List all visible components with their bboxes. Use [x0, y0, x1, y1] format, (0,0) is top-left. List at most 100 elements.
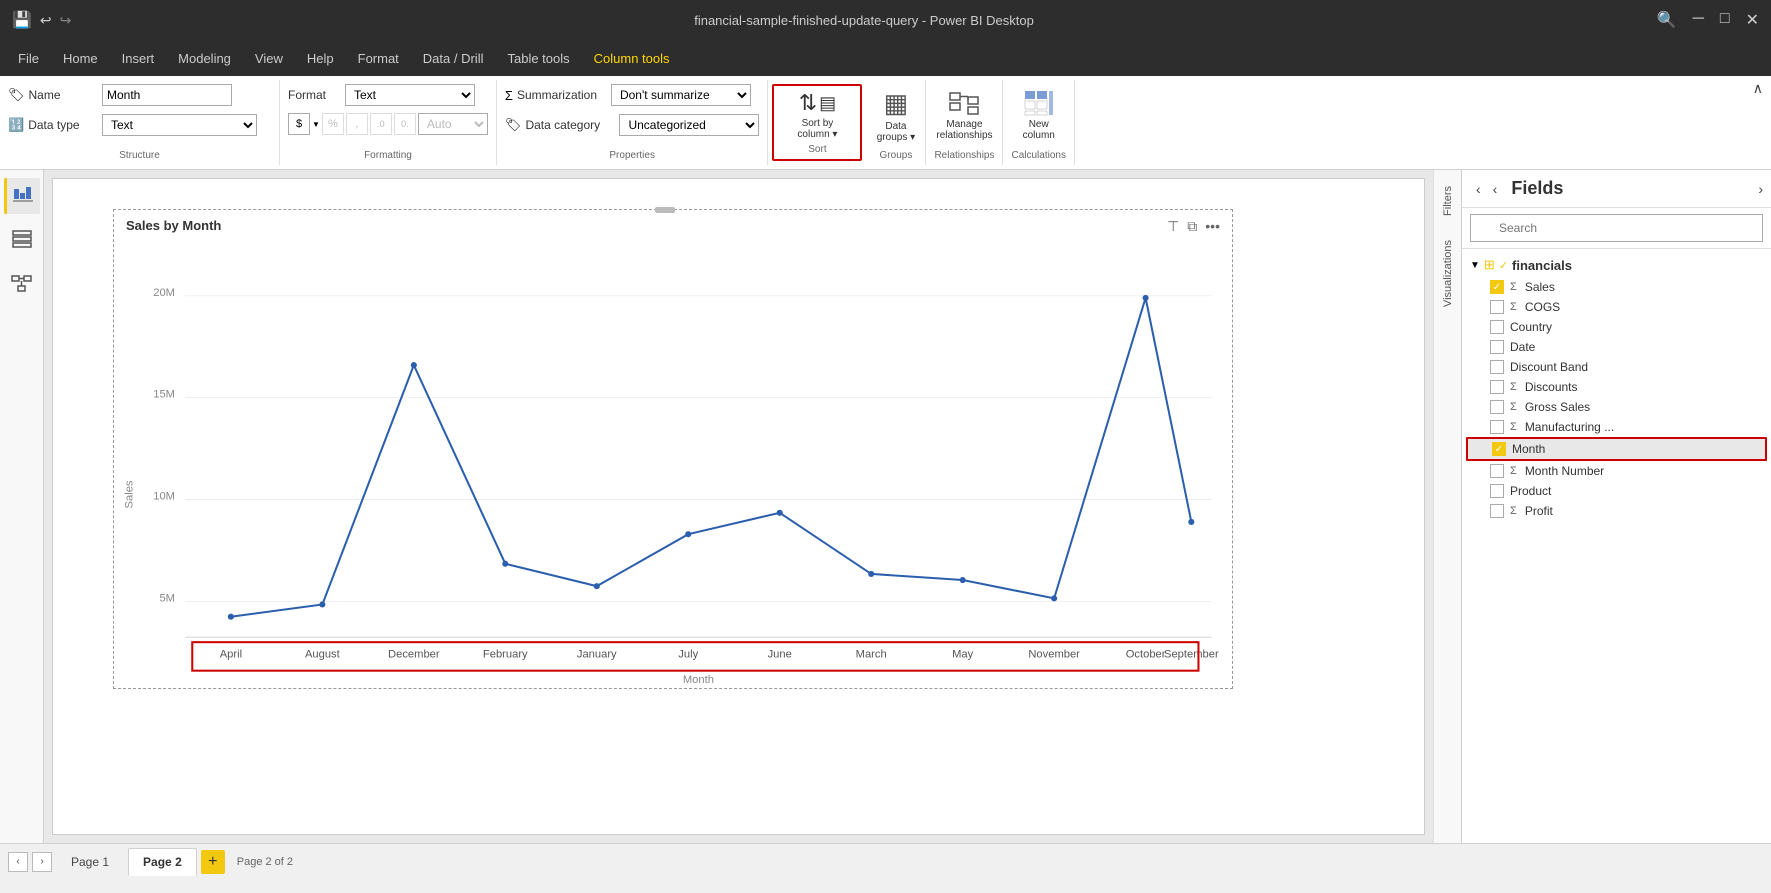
product-checkbox[interactable] [1490, 484, 1504, 498]
svg-text:10M: 10M [153, 491, 175, 503]
month-number-checkbox[interactable] [1490, 464, 1504, 478]
formatting-group-label: Formatting [288, 146, 488, 161]
report-canvas: ⊤ ⧉ ••• Sales by Month 20M 15M 10M 5M Sa… [52, 178, 1425, 835]
field-item-manufacturing[interactable]: Σ Manufacturing ... [1462, 417, 1771, 437]
visualizations-tab-label[interactable]: Visualizations [1442, 240, 1454, 307]
date-checkbox[interactable] [1490, 340, 1504, 354]
cogs-checkbox[interactable] [1490, 300, 1504, 314]
menu-format[interactable]: Format [348, 47, 409, 70]
page-info: Page 2 of 2 [237, 856, 293, 868]
summarization-row: Σ Summarization Don't summarize [505, 84, 751, 106]
month-checkbox[interactable]: ✓ [1492, 442, 1506, 456]
field-item-month[interactable]: ✓ Month [1466, 437, 1767, 461]
sidebar-report-icon[interactable] [4, 178, 40, 214]
dec-dec-button[interactable]: 0. [394, 113, 416, 135]
expand-icon[interactable]: ⧉ [1187, 218, 1197, 235]
auto-select[interactable]: Auto [418, 113, 488, 135]
page-tab-1[interactable]: Page 1 [56, 848, 124, 876]
field-item-discounts[interactable]: Σ Discounts [1462, 377, 1771, 397]
new-column-button[interactable]: Newcolumn [1023, 84, 1055, 146]
financials-group-header[interactable]: ▼ ⊞ ✓ financials [1462, 253, 1771, 277]
menu-file[interactable]: File [8, 47, 49, 70]
relationships-group-label: Relationships [934, 146, 994, 161]
discount-band-checkbox[interactable] [1490, 360, 1504, 374]
ribbon-collapse-button[interactable]: ∧ [1753, 80, 1763, 97]
sort-by-column-button[interactable]: ⇅ ▤ Sort bycolumn ▾ [797, 90, 837, 140]
profit-checkbox[interactable] [1490, 504, 1504, 518]
panel-expand-button[interactable]: › [1758, 181, 1763, 197]
field-item-product[interactable]: Product [1462, 481, 1771, 501]
data-groups-button[interactable]: ▦ Datagroups ▾ [877, 84, 915, 146]
data-groups-label: Datagroups ▾ [877, 121, 915, 143]
search-icon[interactable]: 🔍 [1657, 10, 1677, 30]
field-item-gross-sales[interactable]: Σ Gross Sales [1462, 397, 1771, 417]
maximize-button[interactable]: □ [1720, 10, 1730, 30]
search-wrapper: 🔍 [1470, 214, 1763, 242]
add-page-button[interactable]: + [201, 850, 225, 874]
save-icon[interactable]: 💾 [12, 10, 32, 30]
chart-svg-container: 20M 15M 10M 5M Sales [114, 250, 1232, 688]
svg-text:January: January [577, 648, 617, 660]
menu-modeling[interactable]: Modeling [168, 47, 241, 70]
dec-inc-button[interactable]: .0 [370, 113, 392, 135]
format-select[interactable]: Text [345, 84, 475, 106]
sales-name: Sales [1525, 280, 1555, 294]
minimize-button[interactable]: ─ [1693, 10, 1704, 30]
country-checkbox[interactable] [1490, 320, 1504, 334]
menu-insert[interactable]: Insert [112, 47, 165, 70]
chart-toolbar: ⊤ ⧉ ••• [1167, 218, 1220, 235]
sort-by-column-grid-icon: ▤ [819, 93, 836, 114]
field-item-profit[interactable]: Σ Profit [1462, 501, 1771, 521]
properties-group-label: Properties [505, 146, 760, 161]
chart-visual[interactable]: ⊤ ⧉ ••• Sales by Month 20M 15M 10M 5M Sa… [113, 209, 1233, 689]
sidebar-model-icon[interactable] [4, 266, 40, 302]
menu-data-drill[interactable]: Data / Drill [413, 47, 494, 70]
field-item-month-number[interactable]: Σ Month Number [1462, 461, 1771, 481]
svg-text:April: April [220, 648, 242, 660]
manufacturing-checkbox[interactable] [1490, 420, 1504, 434]
fields-search-input[interactable] [1470, 214, 1763, 242]
discounts-sigma: Σ [1510, 381, 1517, 393]
filters-tab-label[interactable]: Filters [1442, 186, 1454, 216]
sidebar-data-icon[interactable] [4, 222, 40, 258]
comma-button[interactable]: , [346, 113, 368, 135]
structure-controls: 🏷 Name 🔢 Data type Text [8, 84, 257, 146]
datacategory-select[interactable]: Uncategorized [619, 114, 759, 136]
percent-button[interactable]: % [322, 113, 344, 135]
sales-checkbox[interactable]: ✓ [1490, 280, 1504, 294]
menu-help[interactable]: Help [297, 47, 344, 70]
structure-group-label: Structure [8, 146, 271, 161]
redo-icon[interactable]: ↪ [60, 12, 72, 29]
summarization-select[interactable]: Don't summarize [611, 84, 751, 106]
more-options-icon[interactable]: ••• [1205, 218, 1220, 235]
page-tab-2[interactable]: Page 2 [128, 848, 197, 876]
page-next-button[interactable]: › [32, 852, 52, 872]
page-prev-button[interactable]: ‹ [8, 852, 28, 872]
menu-home[interactable]: Home [53, 47, 108, 70]
name-input[interactable] [102, 84, 232, 106]
discounts-checkbox[interactable] [1490, 380, 1504, 394]
filter-icon[interactable]: ⊤ [1167, 218, 1179, 235]
field-item-country[interactable]: Country [1462, 317, 1771, 337]
dollar-dropdown[interactable]: ▼ [312, 120, 320, 129]
panel-nav-left2-button[interactable]: ‹ [1487, 179, 1504, 199]
svg-text:September: September [1164, 648, 1219, 660]
svg-text:5M: 5M [159, 592, 175, 604]
menu-column-tools[interactable]: Column tools [584, 47, 680, 70]
close-button[interactable]: ✕ [1746, 10, 1759, 30]
menu-table-tools[interactable]: Table tools [497, 47, 579, 70]
panel-nav-left-button[interactable]: ‹ [1470, 179, 1487, 199]
manage-relationships-button[interactable]: Managerelationships [936, 84, 992, 146]
dollar-button[interactable]: $ [288, 113, 310, 135]
field-item-discount-band[interactable]: Discount Band [1462, 357, 1771, 377]
field-item-sales[interactable]: ✓ Σ Sales [1462, 277, 1771, 297]
ribbon-group-groups: ▦ Datagroups ▾ Groups [866, 80, 926, 165]
chart-resize-handle-top[interactable] [655, 207, 675, 213]
menu-view[interactable]: View [245, 47, 293, 70]
datatype-select[interactable]: Text [102, 114, 257, 136]
gross-sales-checkbox[interactable] [1490, 400, 1504, 414]
undo-icon[interactable]: ↩ [40, 12, 52, 29]
calculations-group-label: Calculations [1011, 146, 1065, 161]
field-item-date[interactable]: Date [1462, 337, 1771, 357]
field-item-cogs[interactable]: Σ COGS [1462, 297, 1771, 317]
